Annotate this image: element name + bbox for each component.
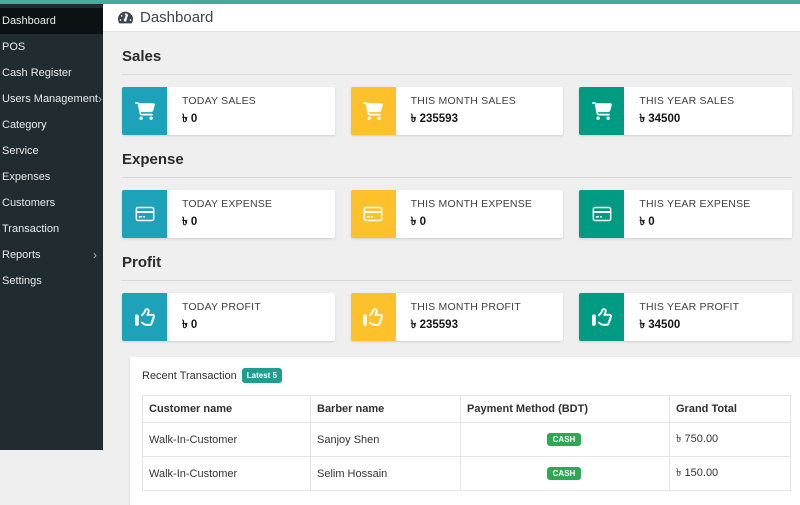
section-title: Expense (122, 151, 792, 178)
sidebar: Dashboard POS Cash Register Users Manage… (0, 4, 103, 450)
stat-card-year-sales: THIS YEAR SALES ৳ 34500 (579, 87, 792, 135)
stat-label: THIS YEAR EXPENSE (639, 198, 750, 210)
stat-value: ৳ 34500 (639, 316, 739, 335)
stat-value: ৳ 0 (639, 213, 750, 232)
top-accent-bar (0, 0, 800, 4)
chevron-right-icon: › (98, 93, 102, 105)
latest-count-badge: Latest 5 (242, 368, 282, 383)
cell-payment: CASH (461, 423, 670, 457)
stat-card-today-expense: TODAY EXPENSE ৳ 0 (122, 190, 335, 238)
column-header-grand-total: Grand Total (670, 396, 791, 423)
shopping-cart-icon (579, 87, 624, 135)
shopping-cart-icon (122, 87, 167, 135)
sidebar-item-users-management[interactable]: Users Management › (0, 86, 103, 112)
sidebar-item-label: Transaction (2, 223, 59, 235)
sidebar-item-label: Category (2, 119, 47, 131)
stat-value: ৳ 0 (182, 316, 261, 335)
sidebar-item-dashboard[interactable]: Dashboard (0, 8, 103, 34)
dashboard-gauge-icon (118, 10, 133, 25)
sidebar-item-label: Service (2, 145, 39, 157)
main-area: Dashboard Sales TODAY SALES ৳ 0 (103, 4, 800, 450)
stat-label: THIS YEAR PROFIT (639, 301, 739, 313)
sidebar-item-category[interactable]: Category (0, 112, 103, 138)
stat-label: TODAY PROFIT (182, 301, 261, 313)
cell-payment: CASH (461, 457, 670, 491)
stat-card-month-expense: THIS MONTH EXPENSE ৳ 0 (351, 190, 564, 238)
credit-card-icon (579, 190, 624, 238)
sidebar-item-pos[interactable]: POS (0, 34, 103, 60)
stat-value: ৳ 34500 (639, 110, 734, 129)
section-expense: Expense TODAY EXPENSE ৳ 0 THIS MONTH EXP… (122, 151, 792, 238)
table-row: Walk-In-Customer Selim Hossain CASH ৳ 15… (143, 457, 791, 491)
section-sales: Sales TODAY SALES ৳ 0 THIS MONTH SALES (122, 48, 792, 135)
section-title: Sales (122, 48, 792, 75)
stat-value: ৳ 0 (182, 110, 256, 129)
cell-grand-total: ৳ 150.00 (670, 457, 791, 491)
shopping-cart-icon (351, 87, 396, 135)
cell-customer: Walk-In-Customer (143, 423, 311, 457)
stat-value: ৳ 0 (411, 213, 532, 232)
chevron-right-icon: › (93, 249, 97, 261)
column-header-payment: Payment Method (BDT) (461, 396, 670, 423)
cell-customer: Walk-In-Customer (143, 457, 311, 491)
table-row: Walk-In-Customer Sanjoy Shen CASH ৳ 750.… (143, 423, 791, 457)
column-header-customer: Customer name (143, 396, 311, 423)
cash-badge: CASH (547, 433, 582, 446)
stat-label: THIS MONTH SALES (411, 95, 516, 107)
stat-card-today-profit: TODAY PROFIT ৳ 0 (122, 293, 335, 341)
dashboard-content: Sales TODAY SALES ৳ 0 THIS MONTH SALES (103, 32, 800, 505)
sidebar-item-label: Reports (2, 249, 41, 261)
section-profit: Profit TODAY PROFIT ৳ 0 THIS MONTH PROFI… (122, 254, 792, 341)
stat-label: THIS MONTH PROFIT (411, 301, 521, 313)
credit-card-icon (351, 190, 396, 238)
sidebar-item-label: POS (2, 41, 25, 53)
stat-label: TODAY EXPENSE (182, 198, 272, 210)
sidebar-item-label: Cash Register (2, 67, 72, 79)
cell-barber: Selim Hossain (311, 457, 461, 491)
stat-value: ৳ 235593 (411, 316, 521, 335)
sidebar-item-label: Customers (2, 197, 55, 209)
stat-card-year-expense: THIS YEAR EXPENSE ৳ 0 (579, 190, 792, 238)
thumbs-up-icon (122, 293, 167, 341)
sidebar-item-label: Dashboard (2, 15, 56, 27)
sidebar-item-settings[interactable]: Settings (0, 268, 103, 294)
page-header: Dashboard (103, 4, 800, 32)
thumbs-up-icon (351, 293, 396, 341)
stat-value: ৳ 0 (182, 213, 272, 232)
cell-grand-total: ৳ 750.00 (670, 423, 791, 457)
stat-card-month-profit: THIS MONTH PROFIT ৳ 235593 (351, 293, 564, 341)
cell-barber: Sanjoy Shen (311, 423, 461, 457)
sidebar-item-reports[interactable]: Reports › (0, 242, 103, 268)
stat-card-today-sales: TODAY SALES ৳ 0 (122, 87, 335, 135)
stat-value: ৳ 235593 (411, 110, 516, 129)
credit-card-icon (122, 190, 167, 238)
section-title: Profit (122, 254, 792, 281)
sidebar-item-label: Settings (2, 275, 42, 287)
stat-card-year-profit: THIS YEAR PROFIT ৳ 34500 (579, 293, 792, 341)
sidebar-item-expenses[interactable]: Expenses (0, 164, 103, 190)
sidebar-item-cash-register[interactable]: Cash Register (0, 60, 103, 86)
stat-card-month-sales: THIS MONTH SALES ৳ 235593 (351, 87, 564, 135)
page-title: Dashboard (140, 9, 213, 26)
sidebar-item-label: Expenses (2, 171, 50, 183)
sidebar-item-transaction[interactable]: Transaction (0, 216, 103, 242)
sidebar-item-customers[interactable]: Customers (0, 190, 103, 216)
table-header-row: Customer name Barber name Payment Method… (143, 396, 791, 423)
stat-label: TODAY SALES (182, 95, 256, 107)
thumbs-up-icon (579, 293, 624, 341)
cash-badge: CASH (547, 467, 582, 480)
panel-title: Recent Transaction (142, 370, 237, 382)
stat-label: THIS MONTH EXPENSE (411, 198, 532, 210)
sidebar-item-label: Users Management (2, 93, 98, 105)
sidebar-item-service[interactable]: Service (0, 138, 103, 164)
column-header-barber: Barber name (311, 396, 461, 423)
transactions-table: Customer name Barber name Payment Method… (142, 395, 791, 491)
recent-transactions-panel: Recent Transaction Latest 5 Customer nam… (130, 357, 800, 505)
stat-label: THIS YEAR SALES (639, 95, 734, 107)
